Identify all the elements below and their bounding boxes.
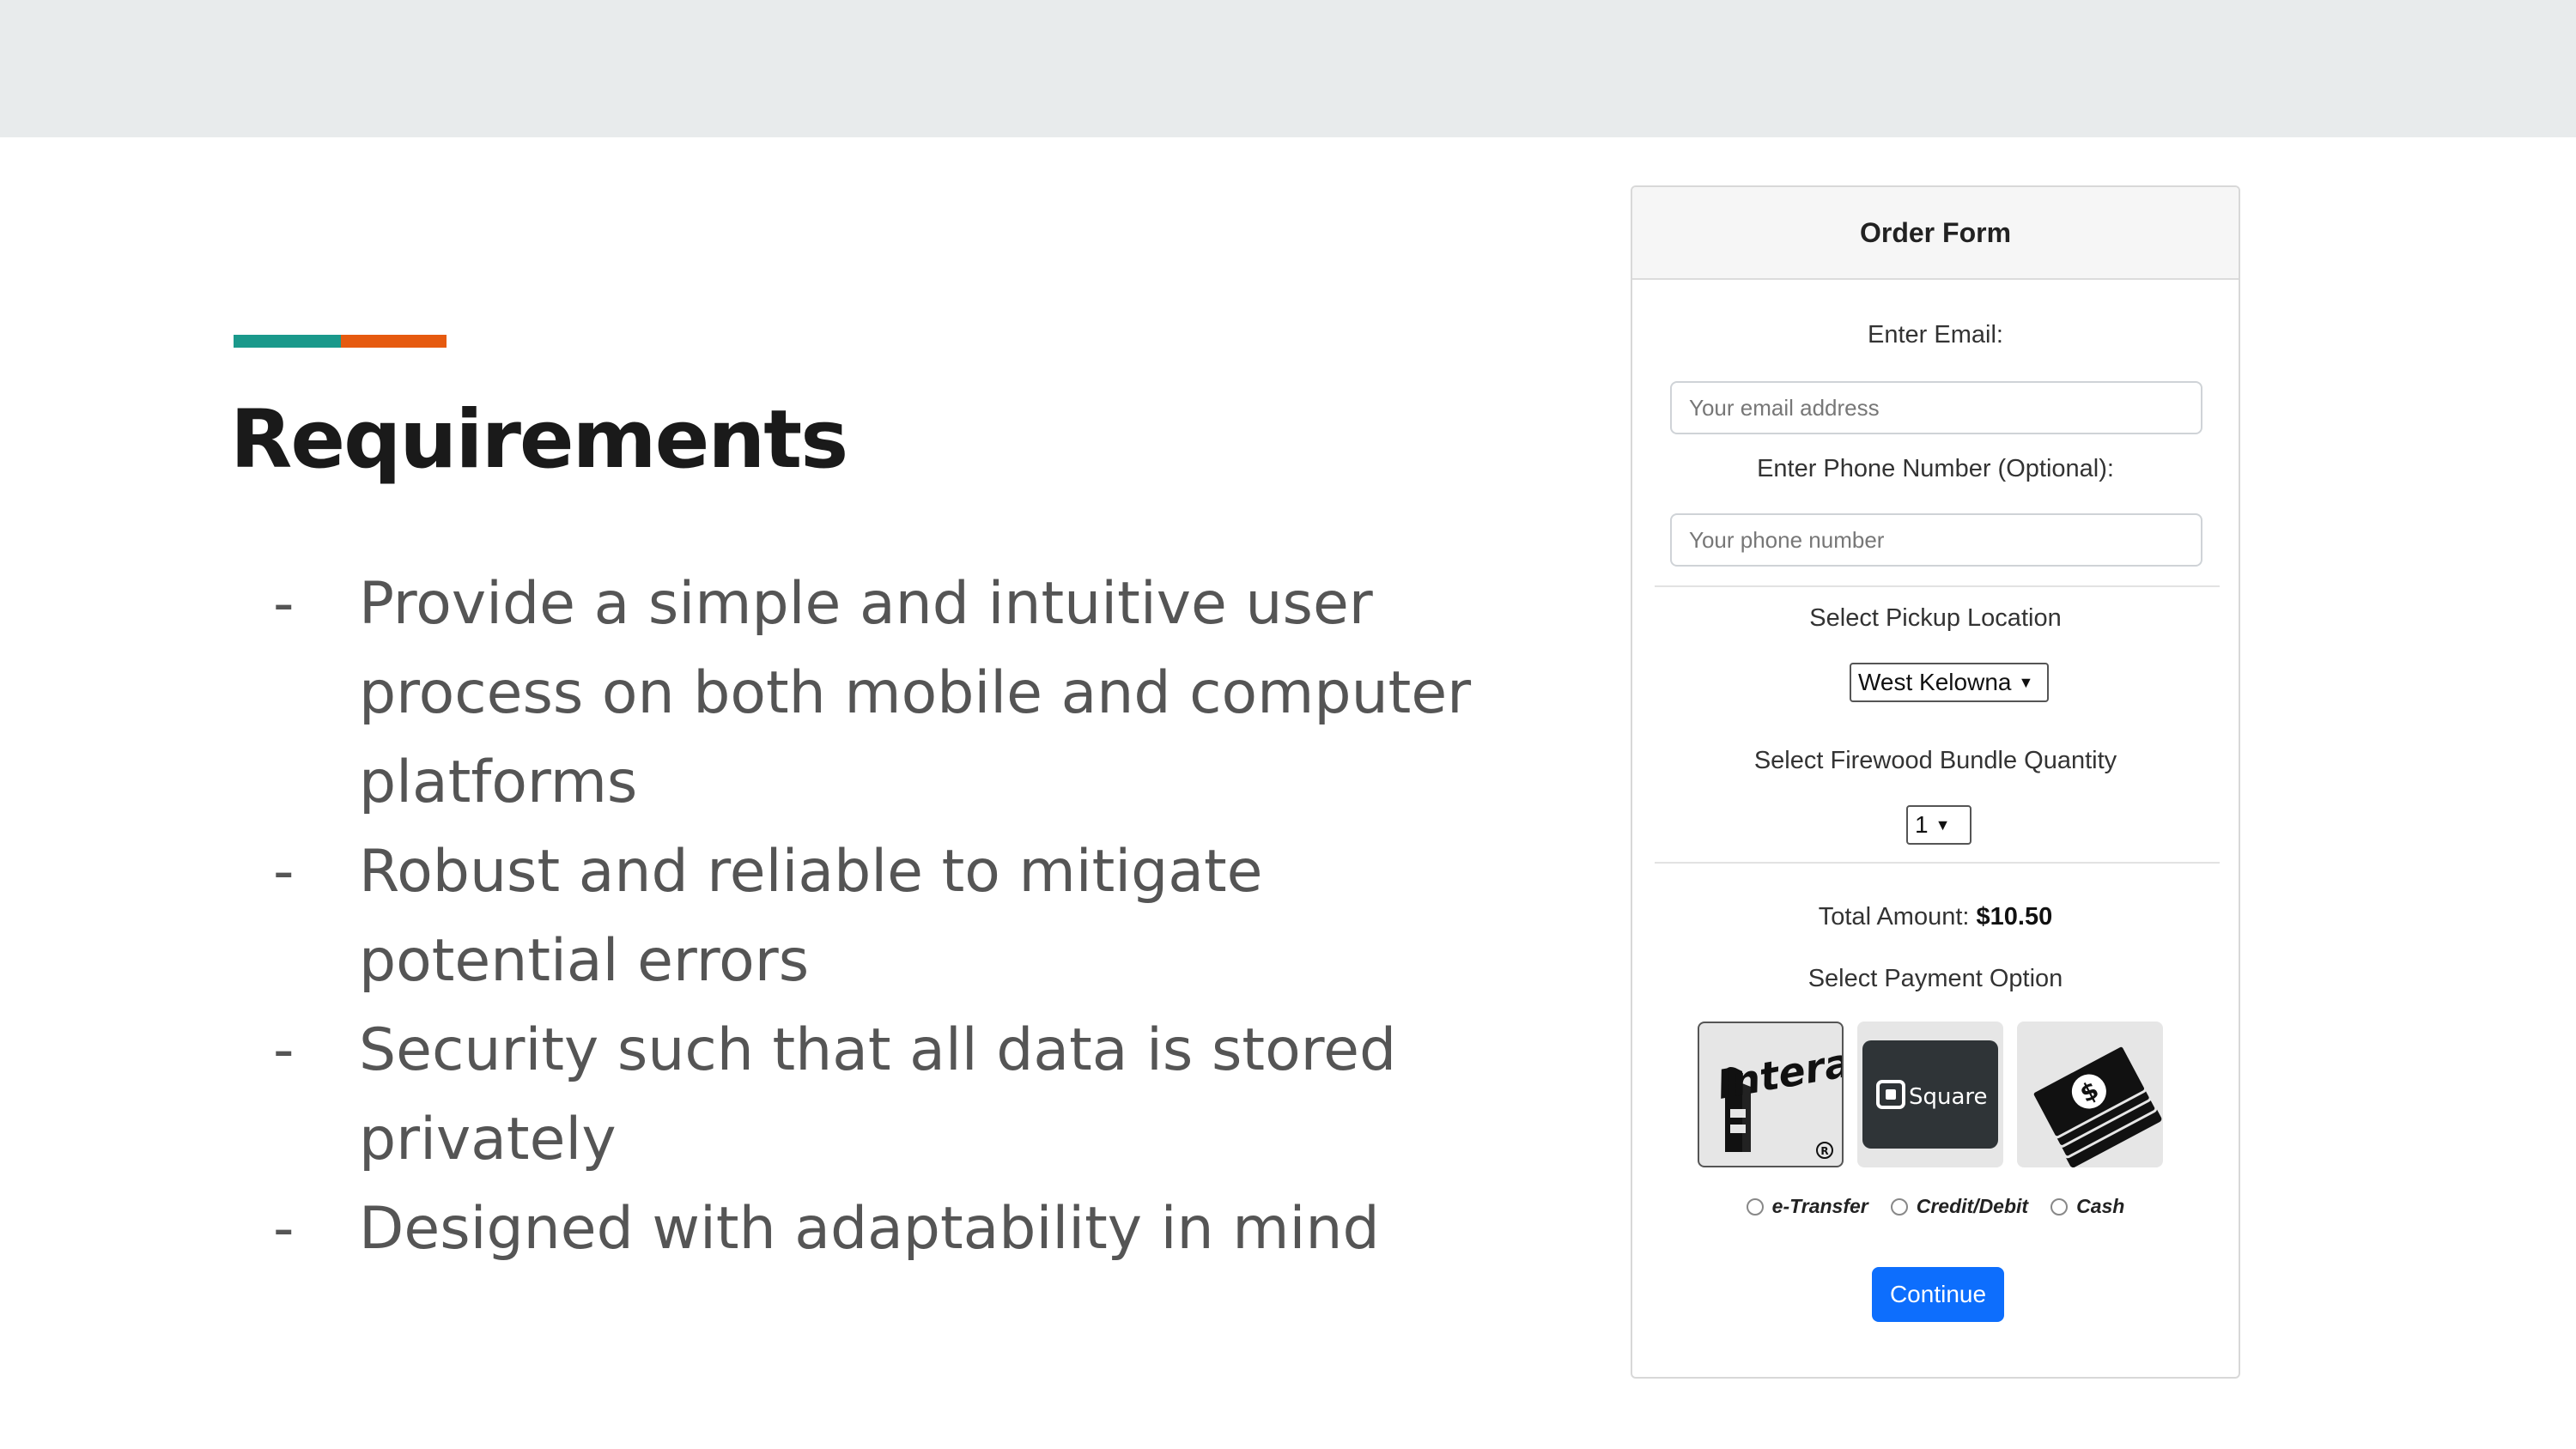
accent-bar-teal (234, 335, 341, 348)
chevron-down-icon: ▼ (1935, 815, 1951, 834)
location-label: Select Pickup Location (1809, 604, 2062, 632)
payment-option-label: Credit/Debit (1916, 1195, 2029, 1217)
square-logo-svg: Square (1862, 1040, 1998, 1149)
radio-button[interactable] (1746, 1197, 1764, 1216)
slide-title: Requirements (230, 393, 848, 487)
bullet-dash: - (273, 570, 295, 638)
interac-logo-text: Interac (1714, 1035, 1842, 1108)
list-item: - Designed with adaptability in mind (273, 1185, 1475, 1274)
square-logo-text: Square (1909, 1084, 1988, 1110)
bullet-dash: - (273, 838, 295, 906)
phone-label: Enter Phone Number (Optional): (1757, 455, 2114, 482)
square-logo-icon[interactable]: Square (1857, 1022, 2003, 1167)
accent-bar-orange (341, 335, 447, 348)
list-item: - Robust and reliable to mitigate potenti… (273, 828, 1475, 1006)
order-form-title: Order Form (1632, 187, 2239, 280)
order-form-card: Order Form Enter Email: Enter Phone Numb… (1631, 185, 2240, 1379)
svg-text:R: R (1820, 1145, 1828, 1157)
payment-radio-etransfer[interactable]: e-Transfer (1746, 1195, 1868, 1218)
payment-option-label: Cash (2076, 1195, 2125, 1217)
location-select[interactable]: West Kelowna ▼ (1850, 663, 2049, 702)
list-item: - Provide a simple and intuitive user pro… (273, 560, 1475, 828)
payment-radio-group: e-Transfer Credit/Debit Cash (1632, 1195, 2239, 1218)
email-label: Enter Email: (1868, 321, 2003, 349)
total-label: Total Amount: (1818, 903, 1970, 931)
total-value: $10.50 (1976, 903, 2053, 931)
interac-logo-svg: Interac R (1714, 1035, 1842, 1159)
cash-stack-svg: $ (2031, 1044, 2162, 1167)
list-item: - Security such that all data is stored p… (273, 1006, 1475, 1185)
bullet-dash: - (273, 1195, 295, 1263)
payment-option-label: e-Transfer (1771, 1195, 1868, 1217)
radio-button[interactable] (1890, 1197, 1908, 1216)
phone-field[interactable] (1670, 513, 2202, 567)
divider (1655, 585, 2220, 587)
quantity-select[interactable]: 1 ▼ (1906, 805, 1971, 845)
payment-radio-credit-debit[interactable]: Credit/Debit (1890, 1195, 2029, 1218)
quantity-label: Select Firewood Bundle Quantity (1753, 747, 2117, 774)
interac-logo-icon[interactable]: Interac R (1698, 1022, 1844, 1167)
payment-radio-cash[interactable]: Cash (2050, 1195, 2124, 1218)
email-field[interactable] (1670, 381, 2202, 434)
chevron-down-icon: ▼ (2018, 673, 2034, 691)
total-amount: Total Amount: $10.50 (1632, 903, 2239, 931)
bullet-dash: - (273, 1016, 295, 1084)
quantity-selected-value: 1 (1915, 811, 1929, 838)
continue-button[interactable]: Continue (1872, 1267, 2004, 1322)
location-selected-value: West Kelowna (1858, 669, 2012, 695)
radio-button[interactable] (2050, 1197, 2069, 1216)
payment-label: Select Payment Option (1807, 965, 2063, 992)
cash-stack-icon[interactable]: $ (2017, 1022, 2163, 1167)
requirements-list: - Provide a simple and intuitive user pro… (273, 560, 1475, 1274)
top-banner (0, 0, 2576, 137)
divider (1655, 862, 2220, 864)
